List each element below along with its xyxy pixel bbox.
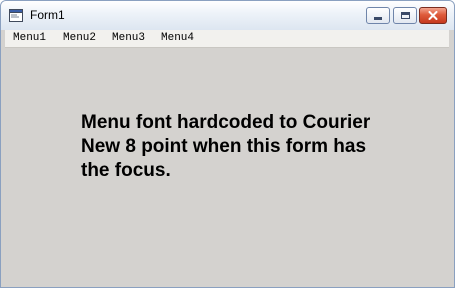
form-label-line: Menu font hardcoded to Courier bbox=[81, 112, 371, 133]
maximize-button[interactable] bbox=[393, 7, 417, 24]
form-label-line: the focus. bbox=[81, 160, 171, 181]
form-label: Menu font hardcoded to Courier New 8 poi… bbox=[81, 111, 411, 183]
menu-item-menu4[interactable]: Menu4 bbox=[161, 30, 194, 47]
close-icon bbox=[428, 11, 438, 20]
menu-item-menu3[interactable]: Menu3 bbox=[112, 30, 145, 47]
form1-window: Form1 Menu1 Menu2 Menu3 Menu4 Menu font … bbox=[0, 0, 455, 288]
minimize-icon bbox=[374, 17, 382, 20]
form-client-area: Menu font hardcoded to Courier New 8 poi… bbox=[5, 48, 449, 284]
menu-item-menu2[interactable]: Menu2 bbox=[63, 30, 96, 47]
window-title: Form1 bbox=[30, 8, 65, 22]
form-label-line: New 8 point when this form has bbox=[81, 136, 367, 157]
close-button[interactable] bbox=[419, 7, 447, 24]
minimize-button[interactable] bbox=[366, 7, 390, 24]
menu-bar: Menu1 Menu2 Menu3 Menu4 bbox=[5, 30, 449, 48]
application-window-icon[interactable] bbox=[9, 9, 23, 22]
title-bar[interactable]: Form1 bbox=[1, 1, 454, 30]
maximize-icon bbox=[400, 12, 410, 19]
menu-item-menu1[interactable]: Menu1 bbox=[13, 30, 46, 47]
